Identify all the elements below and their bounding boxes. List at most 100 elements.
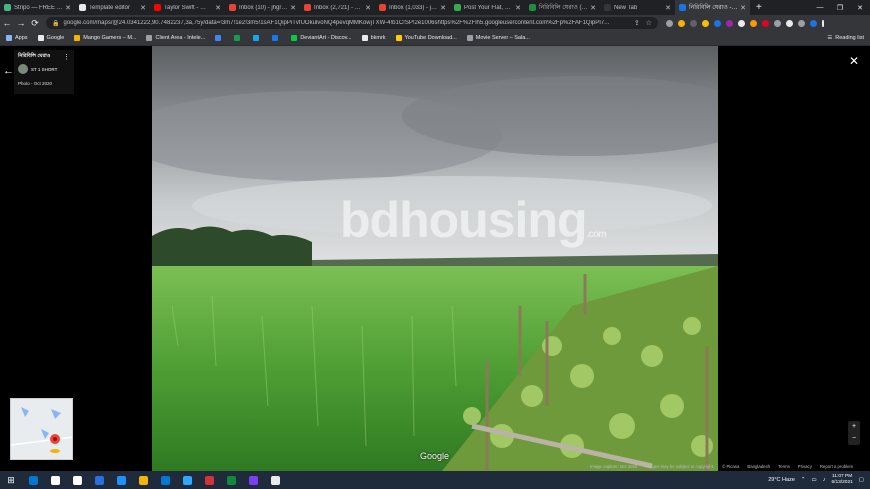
tab-title: নিরিবিলি ঘেরাও - G… [689, 5, 738, 11]
back-arrow-icon[interactable]: ← [3, 65, 14, 77]
close-tab-icon[interactable]: ✕ [65, 4, 71, 12]
taskbar-app-icon[interactable] [176, 471, 198, 489]
forward-arrow-icon[interactable]: → [14, 18, 28, 28]
bookmark-item[interactable]: DeviantArt - Discov... [291, 35, 352, 41]
report-problem-link[interactable]: Report a problem [820, 464, 853, 469]
bookmark-item[interactable]: Client Area - Intele... [146, 35, 205, 41]
avatar [18, 64, 28, 74]
browser-tab[interactable]: নিরিবিলি ঘেরাও - G…✕ [675, 0, 750, 15]
chevron-up-icon[interactable]: ⌃ [801, 477, 806, 483]
reading-list-button[interactable]: ☰ Reading list [827, 35, 864, 41]
extension-icon[interactable] [690, 19, 697, 27]
bookmark-favicon-icon [272, 35, 279, 41]
bookmark-item[interactable]: Movie Server – Sala... [466, 35, 530, 41]
extension-icon[interactable] [738, 19, 745, 27]
close-tab-icon[interactable]: ✕ [140, 4, 146, 12]
close-tab-icon[interactable]: ✕ [215, 4, 221, 12]
attribution-link[interactable]: © Picasa [722, 464, 739, 469]
volume-icon[interactable]: ♪ [823, 477, 826, 483]
close-tab-icon[interactable]: ✕ [590, 4, 596, 12]
close-tab-icon[interactable]: ✕ [365, 4, 371, 12]
extension-icon[interactable] [666, 19, 673, 27]
menu-kebab-icon[interactable] [822, 19, 824, 27]
taskbar-app-icon[interactable] [132, 471, 154, 489]
back-arrow-icon[interactable]: ← [0, 18, 14, 28]
close-tab-icon[interactable]: ✕ [290, 4, 296, 12]
country-link[interactable]: Bangladesh [747, 464, 770, 469]
street-view-photo[interactable]: Google [152, 46, 718, 471]
start-button[interactable]: ⊞ [0, 471, 22, 489]
close-tab-icon[interactable]: ✕ [665, 4, 671, 12]
minimize-button[interactable]: — [810, 4, 830, 11]
taskbar-app-icon[interactable] [242, 471, 264, 489]
puzzle-icon[interactable] [786, 19, 793, 27]
extension-icon[interactable] [714, 19, 721, 27]
taskbar-app-icon[interactable] [264, 471, 286, 489]
clock[interactable]: 11:07 PM 6/13/2021 [831, 474, 852, 486]
media-icon[interactable] [798, 19, 805, 27]
author-row[interactable]: ST 1 SHORT [18, 64, 70, 74]
tab-title: Taylor Swift - … [164, 4, 207, 11]
extension-icon[interactable] [750, 19, 757, 27]
extension-icon[interactable] [678, 19, 685, 27]
taskbar-app-icon[interactable] [154, 471, 176, 489]
bookmark-star-icon[interactable]: ☆ [646, 19, 652, 27]
taskbar-app-icon[interactable] [220, 471, 242, 489]
browser-tab[interactable]: Stripo — FREE Em…✕ [0, 0, 75, 15]
share-icon[interactable]: ⇪ [634, 19, 640, 27]
taskbar-app-icon[interactable] [22, 471, 44, 489]
browser-tab[interactable]: নিরিবিলি ঘেরাও (জ… ✕ [525, 0, 600, 15]
bookmark-item[interactable]: bkmrk [361, 35, 386, 41]
taskbar-app-icon[interactable] [88, 471, 110, 489]
tab-title: Inbox (2,721) - abn… [314, 4, 363, 11]
navigation-bar: ← → ⟳ 🔒 google.com/maps/@24.0341222,90.7… [0, 15, 870, 31]
extension-icon[interactable] [726, 19, 733, 27]
close-tab-icon[interactable]: ✕ [740, 4, 746, 12]
taskbar-app-icon[interactable] [110, 471, 132, 489]
bookmark-item[interactable]: Mango Gamers – M... [74, 35, 136, 41]
lock-icon: 🔒 [52, 20, 60, 27]
system-tray: 29°C Haze ⌃ ▭ ♪ 11:07 PM 6/13/2021 ▢ [762, 471, 864, 489]
bookmark-item[interactable]: Apps [6, 35, 28, 41]
weather-widget[interactable]: 29°C Haze [768, 477, 795, 483]
close-icon[interactable]: ✕ [849, 54, 859, 68]
bookmark-favicon-icon [361, 35, 368, 41]
close-tab-icon[interactable]: ✕ [440, 4, 446, 12]
address-bar[interactable]: 🔒 google.com/maps/@24.0341222,90.7482237… [46, 17, 658, 29]
minimap[interactable] [10, 398, 73, 460]
browser-tab[interactable]: Inbox (2,721) - abn…✕ [300, 0, 375, 15]
bookmark-item[interactable] [272, 35, 281, 41]
privacy-link[interactable]: Privacy [798, 464, 812, 469]
reload-icon[interactable]: ⟳ [28, 18, 42, 29]
maximize-button[interactable]: ❐ [830, 4, 850, 12]
zoom-in-button[interactable]: + [848, 421, 860, 433]
terms-link[interactable]: Terms [778, 464, 790, 469]
pinterest-icon[interactable] [762, 19, 769, 27]
browser-tab[interactable]: Inbox (10) - jhgray…✕ [225, 0, 300, 15]
google-logo: Google [420, 451, 450, 461]
browser-tab[interactable]: New Tab ✕ [600, 0, 675, 15]
taskbar-app-icon[interactable] [66, 471, 88, 489]
bookmark-item[interactable] [253, 35, 262, 41]
extension-icon[interactable] [774, 19, 781, 27]
notifications-icon[interactable]: ▢ [859, 477, 864, 483]
taskbar-app-icon[interactable] [44, 471, 66, 489]
bookmark-item[interactable] [215, 35, 224, 41]
bookmark-item[interactable]: Google [37, 35, 64, 41]
close-window-button[interactable]: ✕ [850, 4, 870, 12]
browser-tab[interactable]: Template editor ✕ [75, 0, 150, 15]
browser-tab[interactable]: Inbox (1,033) - jhal…✕ [375, 0, 450, 15]
extension-icon[interactable] [702, 19, 709, 27]
network-icon[interactable]: ▭ [812, 477, 817, 483]
browser-tab[interactable]: Post Your Flat, Lan…✕ [450, 0, 525, 15]
more-options-icon[interactable]: ⋮ [63, 53, 70, 61]
bookmark-item[interactable]: YouTube Download... [395, 35, 457, 41]
zoom-out-button[interactable]: − [848, 433, 860, 445]
browser-tab[interactable]: Taylor Swift - … ✕ [150, 0, 225, 15]
taskbar-app-icon[interactable] [198, 471, 220, 489]
new-tab-button[interactable]: + [756, 2, 762, 13]
close-tab-icon[interactable]: ✕ [515, 4, 521, 12]
profile-avatar-icon[interactable] [810, 19, 817, 27]
favicon-icon [154, 4, 161, 11]
bookmark-item[interactable] [234, 35, 243, 41]
